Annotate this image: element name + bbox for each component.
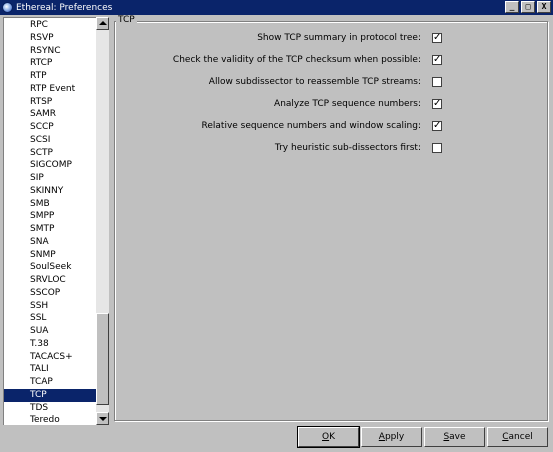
protocol-list-item[interactable]: SCCP (4, 121, 96, 134)
ethereal-app-icon (2, 2, 13, 13)
tcp-option-checkbox[interactable]: ✓ (432, 99, 442, 109)
protocol-list-item[interactable]: SIGCOMP (4, 159, 96, 172)
apply-label: pply (384, 432, 405, 442)
tcp-option-row: Relative sequence numbers and window sca… (114, 119, 548, 133)
protocol-list-item[interactable]: SNMP (4, 249, 96, 262)
tcp-option-row: Check the validity of the TCP checksum w… (114, 53, 548, 67)
tcp-option-label: Allow subdissector to reassemble TCP str… (208, 77, 421, 87)
tcp-option-label: Relative sequence numbers and window sca… (201, 121, 421, 131)
protocol-list-item[interactable]: TALI (4, 363, 96, 376)
tcp-option-label: Analyze TCP sequence numbers: (274, 99, 421, 109)
protocol-list-item[interactable]: RSYNC (4, 45, 96, 58)
scroll-up-button[interactable] (96, 17, 109, 30)
protocol-list-item[interactable]: SSL (4, 312, 96, 325)
protocol-list-item[interactable]: SCTP (4, 147, 96, 160)
protocol-list-item[interactable]: SNA (4, 236, 96, 249)
scroll-down-button[interactable] (96, 412, 109, 425)
protocol-list-item[interactable]: SMTP (4, 223, 96, 236)
protocol-list-item[interactable]: RTCP (4, 57, 96, 70)
tcp-option-checkbox[interactable]: ✓ (432, 121, 442, 131)
protocol-list-item[interactable]: Teredo (4, 414, 96, 425)
protocol-list-item[interactable]: SMB (4, 198, 96, 211)
protocol-list-item[interactable]: RTP Event (4, 83, 96, 96)
ok-label: K (329, 432, 335, 442)
ok-button[interactable]: OK (297, 426, 360, 448)
protocol-list-item[interactable]: SSCOP (4, 287, 96, 300)
protocol-list-item[interactable]: SoulSeek (4, 261, 96, 274)
down-arrow-icon (99, 417, 107, 421)
close-button[interactable]: X (537, 1, 551, 13)
tcp-option-checkbox[interactable] (432, 143, 442, 153)
window-title: Ethereal: Preferences (16, 2, 113, 13)
up-arrow-icon (99, 21, 107, 25)
protocol-list-item[interactable]: TCP (4, 388, 96, 402)
protocol-list-item[interactable]: SIP (4, 172, 96, 185)
cancel-label: ancel (508, 432, 533, 442)
tcp-option-checkbox[interactable]: ✓ (432, 33, 442, 43)
protocol-list-item[interactable]: SKINNY (4, 185, 96, 198)
save-button[interactable]: Save (424, 427, 485, 447)
protocol-list[interactable]: RPC RSVP RSYNC RTCP RTP RTP Event RTSP SAMR SCCP… (3, 17, 96, 425)
tcp-option-row: Try heuristic sub-dissectors first: (114, 141, 548, 155)
maximize-button[interactable]: □ (521, 1, 535, 13)
protocol-list-item[interactable]: SCSI (4, 134, 96, 147)
tcp-option-row: Show TCP summary in protocol tree: ✓ (114, 31, 548, 45)
tcp-option-checkbox[interactable]: ✓ (432, 55, 442, 65)
tcp-option-label: Check the validity of the TCP checksum w… (172, 55, 421, 65)
protocol-list-item[interactable]: TDS (4, 402, 96, 415)
protocol-list-item[interactable]: RPC (4, 19, 96, 32)
protocol-list-item[interactable]: SSH (4, 300, 96, 313)
save-label: ave (449, 432, 466, 442)
window-controls: _ □ X (505, 1, 551, 13)
protocol-list-item[interactable]: RSVP (4, 32, 96, 45)
scrollbar-thumb[interactable] (96, 313, 109, 405)
protocol-list-item[interactable]: SAMR (4, 108, 96, 121)
apply-button[interactable]: Apply (361, 427, 422, 447)
protocol-list-item[interactable]: SRVLOC (4, 274, 96, 287)
minimize-button[interactable]: _ (505, 1, 519, 13)
tcp-option-row: Allow subdissector to reassemble TCP str… (114, 75, 548, 89)
tcp-group-title: TCP (116, 15, 137, 26)
protocol-list-item[interactable]: RTSP (4, 96, 96, 109)
tcp-option-label: Show TCP summary in protocol tree: (257, 33, 421, 43)
protocol-list-item[interactable]: SMPP (4, 210, 96, 223)
tcp-option-checkbox[interactable] (432, 77, 442, 87)
protocol-list-item[interactable]: TACACS+ (4, 351, 96, 364)
protocol-list-item[interactable]: SUA (4, 325, 96, 338)
protocol-list-item[interactable]: RTP (4, 70, 96, 83)
tcp-option-row: Analyze TCP sequence numbers: ✓ (114, 97, 548, 111)
cancel-button[interactable]: Cancel (487, 427, 548, 447)
title-bar[interactable]: Ethereal: Preferences _ □ X (0, 0, 553, 15)
tcp-option-label: Try heuristic sub-dissectors first: (274, 143, 421, 153)
protocol-list-item[interactable]: T.38 (4, 338, 96, 351)
protocol-list-scrollbar[interactable] (96, 17, 109, 425)
protocol-list-item[interactable]: TCAP (4, 376, 96, 389)
